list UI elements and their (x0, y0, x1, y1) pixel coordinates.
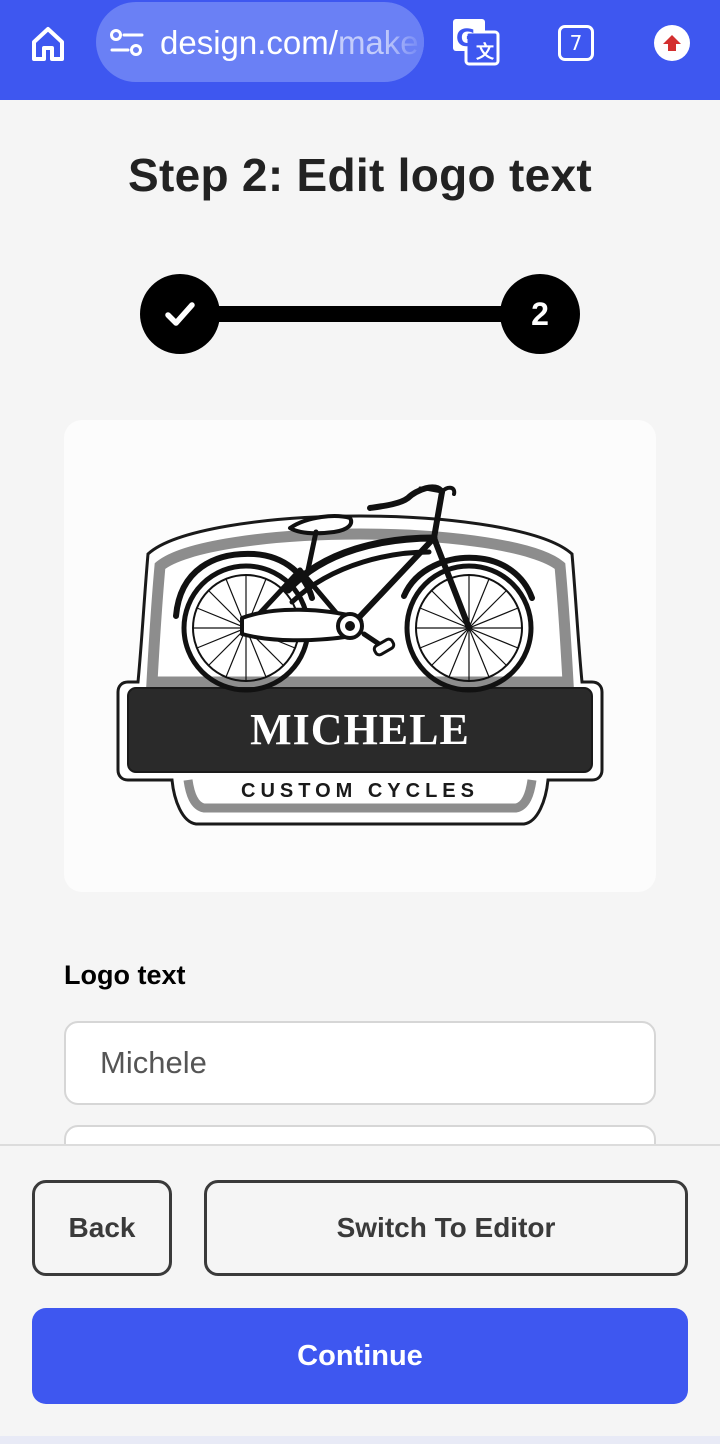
check-icon (165, 302, 195, 326)
logo-name-text: MICHELE (250, 705, 470, 754)
url-fade (384, 2, 424, 82)
progress-stepper: 2 (140, 274, 580, 354)
site-settings-icon[interactable] (110, 28, 144, 58)
bottom-strip (0, 1436, 720, 1444)
step-1-completed (140, 274, 220, 354)
tab-switcher-button[interactable]: 7 (558, 25, 594, 61)
tab-count: 7 (569, 31, 583, 55)
logo-preview-card: MICHELE CUSTOM CYCLES (64, 420, 656, 892)
url-text: design.com/make (160, 24, 419, 61)
logo-text-input[interactable] (64, 1021, 656, 1105)
update-icon[interactable] (654, 25, 690, 61)
logo-tagline-text: CUSTOM CYCLES (241, 780, 479, 802)
svg-text:G: G (456, 24, 476, 52)
home-icon[interactable] (24, 20, 72, 68)
stepper-connector (200, 306, 520, 322)
translate-icon[interactable]: G 文 (450, 16, 502, 68)
logo-preview: MICHELE CUSTOM CYCLES (116, 484, 604, 826)
step-2-current: 2 (500, 274, 580, 354)
back-button[interactable]: Back (32, 1180, 172, 1276)
switch-to-editor-button[interactable]: Switch To Editor (204, 1180, 688, 1276)
logo-text-label: Logo text (64, 960, 186, 990)
continue-button[interactable]: Continue (32, 1308, 688, 1404)
bottom-action-bar: Back Switch To Editor Continue (0, 1144, 720, 1444)
svg-text:文: 文 (476, 41, 495, 63)
address-bar[interactable]: design.com/make (96, 2, 424, 82)
browser-toolbar: design.com/make G 文 7 (0, 0, 720, 100)
page-title: Step 2: Edit logo text (127, 149, 593, 201)
